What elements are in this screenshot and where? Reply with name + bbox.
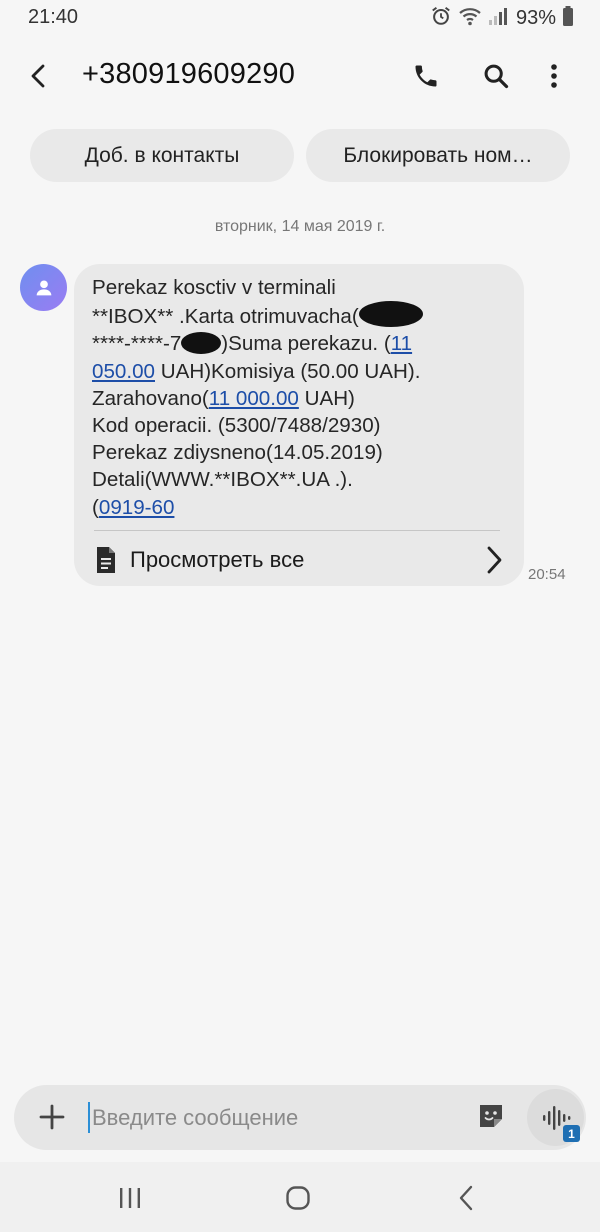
chevron-left-icon	[459, 1185, 473, 1211]
message-line: Detali(WWW.**IBOX**.UA .).	[92, 468, 353, 492]
message-text: Perekaz kosctiv v terminali **IBOX** .Ka…	[92, 274, 512, 521]
back-button[interactable]	[18, 56, 58, 96]
amount-link[interactable]: 050.00	[92, 360, 155, 383]
block-number-button[interactable]: Блокировать ном…	[306, 129, 570, 182]
nav-back-button[interactable]	[446, 1180, 486, 1216]
alarm-icon	[430, 5, 452, 32]
contact-number: +380919609290	[82, 58, 296, 90]
bubble-divider	[94, 530, 500, 531]
sim-badge: 1	[563, 1125, 580, 1142]
wifi-icon	[458, 5, 482, 32]
message-line: (0919-60	[92, 495, 175, 519]
phone-link[interactable]: 0919-60	[99, 496, 175, 519]
redaction-mark	[181, 332, 222, 355]
conversation-header: +380919609290	[0, 44, 600, 108]
attach-button[interactable]	[34, 1099, 70, 1135]
chevron-right-icon	[487, 546, 502, 574]
message-line: Perekaz kosctiv v terminali	[92, 276, 336, 299]
date-divider: вторник, 14 мая 2019 г.	[214, 218, 386, 235]
recent-apps-button[interactable]	[110, 1180, 150, 1216]
message-line: Perekaz zdiysneno(14.05.2019)	[92, 441, 383, 465]
add-to-contacts-button[interactable]: Доб. в контакты	[30, 129, 294, 182]
battery-percent: 93%	[515, 7, 556, 29]
home-icon	[286, 1186, 310, 1210]
sticker-icon	[480, 1105, 502, 1127]
message-composer: 1	[14, 1085, 586, 1150]
text-caret	[88, 1102, 90, 1133]
view-all-label: Просмотреть все	[130, 547, 305, 572]
status-bar: 21:40 93%	[0, 0, 600, 36]
navigation-bar	[0, 1162, 600, 1232]
message-line: ****-****-7)Suma perekazu. (11	[92, 332, 413, 356]
call-button[interactable]	[406, 56, 446, 96]
home-button[interactable]	[278, 1180, 318, 1216]
back-arrow-icon	[31, 64, 45, 88]
message-line: **IBOX** .Karta otrimuvacha(	[92, 301, 512, 330]
plus-icon	[39, 1104, 65, 1130]
search-button[interactable]	[476, 56, 516, 96]
credited-amount-link[interactable]: 11 000.00	[209, 387, 299, 410]
messages-screen: 21:40 93% +380919609290 Доб. в контакты …	[0, 0, 600, 1232]
message-bubble[interactable]: Perekaz kosctiv v terminali **IBOX** .Ka…	[74, 264, 524, 586]
message-timestamp: 20:54	[528, 566, 566, 583]
message-line: 050.00 UAH)Komisiya (50.00 UAH).	[92, 359, 421, 383]
message-line: Zarahovano(11 000.00 UAH)	[92, 386, 355, 410]
search-icon	[484, 64, 509, 89]
battery-icon	[562, 5, 574, 32]
person-icon	[36, 279, 51, 295]
sticker-button[interactable]	[476, 1101, 510, 1135]
view-all-button[interactable]: Просмотреть все	[94, 540, 504, 580]
avatar[interactable]	[20, 264, 67, 311]
more-options-button[interactable]	[534, 56, 574, 96]
more-vertical-icon	[551, 64, 557, 88]
document-icon	[97, 547, 115, 573]
amount-link[interactable]: 11	[391, 332, 412, 355]
voice-record-button[interactable]: 1	[527, 1089, 584, 1146]
status-icons: 93%	[430, 5, 574, 32]
status-time: 21:40	[28, 6, 79, 28]
phone-icon	[415, 65, 437, 87]
redaction-mark	[358, 301, 423, 328]
recent-apps-icon	[120, 1188, 140, 1208]
signal-icon	[488, 5, 508, 32]
message-input[interactable]	[92, 1097, 462, 1139]
message-line: Kod operacii. (5300/7488/2930)	[92, 414, 381, 438]
